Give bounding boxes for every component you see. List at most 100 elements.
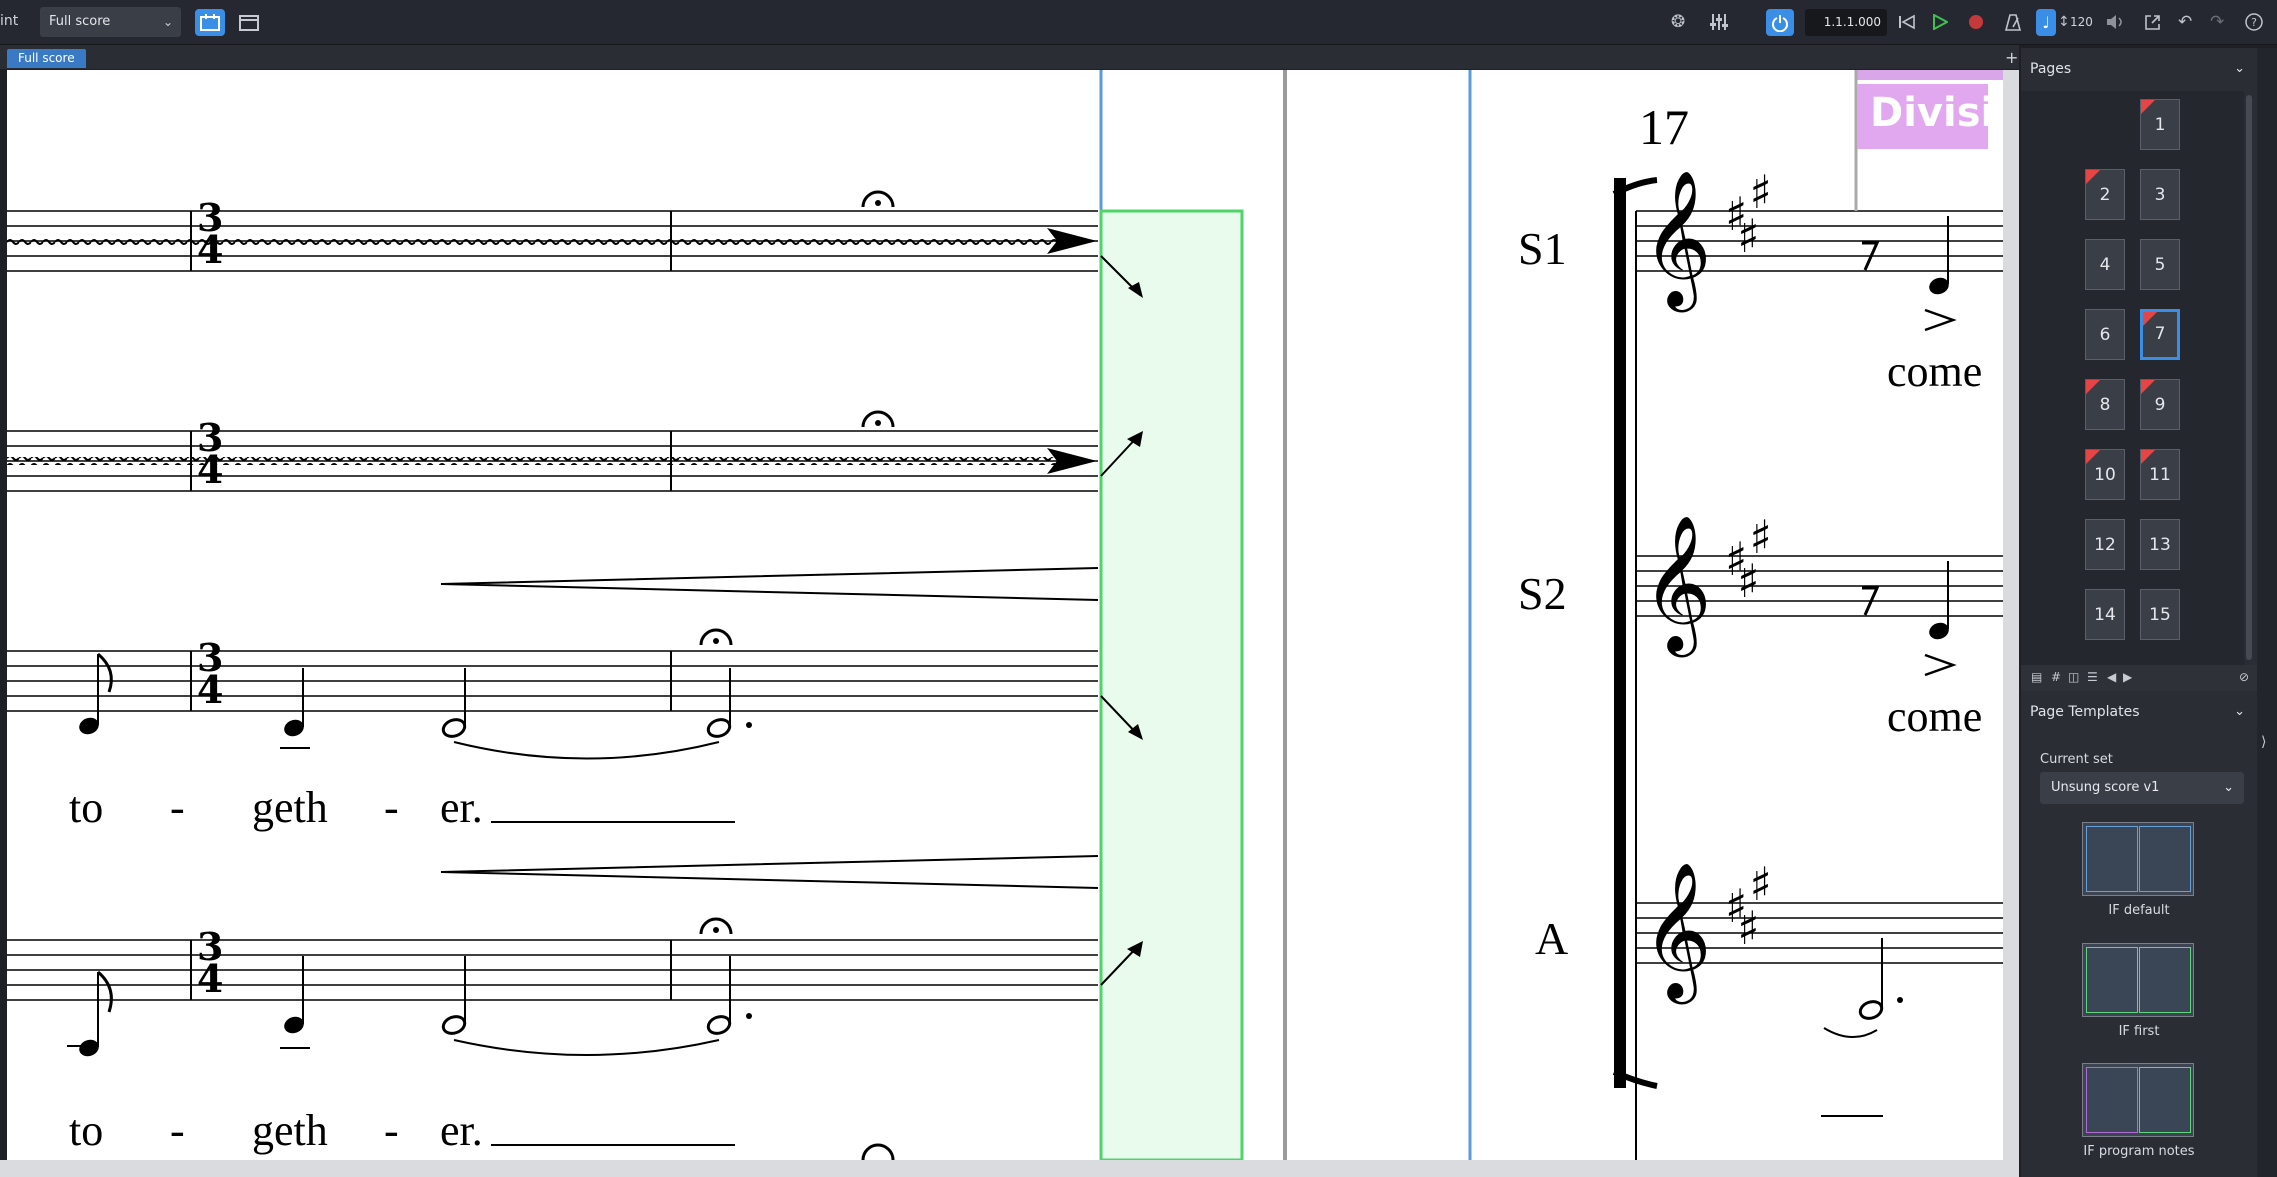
divisi-label[interactable]: Divisi: [1870, 90, 1994, 136]
position-display[interactable]: 1.1.1.000: [1805, 9, 1887, 36]
measure-number: 17: [1639, 99, 1689, 155]
page-thumb[interactable]: 13: [2140, 519, 2180, 570]
template-label: IF first: [2118, 1024, 2160, 1039]
staff-label-s2: S2: [1518, 568, 1567, 619]
staff-1: [7, 190, 1143, 298]
page-thumb[interactable]: 3: [2140, 169, 2180, 220]
metronome-icon[interactable]: [2005, 12, 2021, 32]
galley-view-button[interactable]: [195, 9, 225, 36]
pages-toolbar: ▤ # ◫ ☰ ◀ ▶ ⊘: [2021, 665, 2257, 691]
chevron-down-icon: ⌄: [2223, 780, 2234, 795]
template-label: IF default: [2108, 903, 2170, 918]
time-signature: 34: [197, 415, 224, 492]
layout-select[interactable]: Full score ⌄: [40, 7, 181, 37]
spread-icon[interactable]: ◫: [2068, 670, 2079, 684]
page-thumb[interactable]: 15: [2140, 589, 2180, 640]
key-signature: ♯♯♯: [1725, 857, 1772, 955]
page-thumb-selected[interactable]: 7: [2140, 309, 2180, 360]
record-icon[interactable]: [1968, 12, 1984, 32]
template-label: IF program notes: [2083, 1144, 2195, 1159]
rewind-icon[interactable]: [1898, 12, 1916, 32]
video-icon[interactable]: ❂: [1671, 12, 1685, 32]
playback-power-button[interactable]: [1766, 9, 1794, 36]
layout-select-value: Full score: [49, 14, 111, 29]
key-signature: ♯♯♯: [1725, 165, 1772, 263]
arrow-left-icon[interactable]: ◀: [2107, 670, 2116, 684]
right-panel: Pages ⌄ 1 2 3 4 5 6 7 8 9 10 11 12 13 14…: [2021, 48, 2257, 1177]
chevron-right-icon[interactable]: ⟩: [2261, 734, 2266, 750]
tab-full-score[interactable]: Full score: [7, 49, 86, 68]
pages-grid: 1 2 3 4 5 6 7 8 9 10 11 12 13 14 15: [2021, 91, 2245, 665]
galley-view-icon: [200, 14, 220, 31]
key-signature: ♯♯♯: [1725, 510, 1772, 608]
redo-icon[interactable]: ↷: [2210, 12, 2224, 32]
page-thumb[interactable]: 6: [2085, 309, 2125, 360]
time-signature: 34: [197, 924, 224, 1001]
treble-clef: 𝄞: [1642, 513, 1712, 651]
page-number-icon[interactable]: #: [2051, 670, 2061, 684]
chevron-down-icon: ⌄: [162, 15, 173, 29]
diminuendo-hairpin: [440, 855, 1099, 889]
chevron-down-icon: ⌄: [2234, 61, 2245, 76]
page-thumb[interactable]: 2: [2085, 169, 2125, 220]
treble-clef: 𝄞: [1642, 168, 1712, 306]
undo-icon[interactable]: ↶: [2178, 12, 2192, 32]
tab-bar: Full score: [0, 45, 2019, 69]
canvas-horizontal-scrollbar[interactable]: [0, 1160, 2019, 1177]
arrow-right-icon[interactable]: ▶: [2123, 670, 2132, 684]
mixer-icon[interactable]: [1709, 12, 1729, 32]
lyric-come: come: [1887, 347, 1983, 396]
add-tab-icon[interactable]: +: [2005, 48, 2018, 67]
page-thumb[interactable]: 12: [2085, 519, 2125, 570]
speaker-icon[interactable]: [2106, 12, 2126, 32]
help-icon[interactable]: ?: [2245, 12, 2263, 32]
page-view-button[interactable]: [234, 9, 264, 36]
time-signature: 34: [197, 195, 224, 272]
template-thumb[interactable]: [2082, 943, 2194, 1017]
pages-scrollbar[interactable]: [2244, 91, 2254, 661]
diminuendo-hairpin: [440, 567, 1099, 601]
page-thumb[interactable]: 10: [2085, 449, 2125, 500]
insert-page-icon[interactable]: ▤: [2031, 670, 2042, 684]
tempo-resize-icon: ↕: [2058, 14, 2070, 30]
chevron-down-icon: ⌄: [2234, 704, 2245, 719]
page-thumb[interactable]: 9: [2140, 379, 2180, 430]
power-icon: [1772, 14, 1788, 32]
page-thumb[interactable]: 4: [2085, 239, 2125, 290]
pages-panel-header[interactable]: Pages ⌄: [2021, 54, 2257, 84]
note-icon: ♩: [2042, 13, 2050, 32]
main-toolbar: int Full score ⌄ ❂ 1.1.1.000 ♩ ↕ 120 ↶ ↷…: [0, 0, 2277, 45]
treble-clef: 𝄞: [1642, 860, 1712, 998]
templates-panel-header[interactable]: Page Templates ⌄: [2021, 697, 2257, 727]
page-thumb[interactable]: 11: [2140, 449, 2180, 500]
page-thumb[interactable]: 1: [2140, 99, 2180, 150]
templates-panel-title: Page Templates: [2030, 704, 2140, 720]
time-signature: 34: [197, 635, 224, 712]
external-link-icon[interactable]: [2144, 12, 2161, 32]
mode-label[interactable]: int: [0, 13, 18, 29]
tempo-value[interactable]: 120: [2070, 15, 2093, 29]
score-canvas[interactable]: 34 34 34 34 to - geth - er. to - geth - …: [7, 70, 2003, 1160]
divisi-bar: [1856, 70, 2003, 80]
staff-label-s1: S1: [1518, 223, 1567, 274]
align-icon[interactable]: ☰: [2087, 670, 2098, 684]
selection-frame: [1099, 209, 1244, 1160]
right-system: [1612, 177, 2003, 1160]
template-thumb[interactable]: [2082, 822, 2194, 896]
play-icon[interactable]: [1932, 12, 1948, 32]
template-thumb[interactable]: [2082, 1063, 2194, 1137]
svg-text:?: ?: [2251, 16, 2257, 29]
staff-label-a: A: [1535, 913, 1569, 964]
tempo-mode-button[interactable]: ♩: [2036, 9, 2056, 36]
current-set-label: Current set: [2040, 752, 2113, 767]
page-view-icon: [239, 15, 259, 31]
pages-panel-title: Pages: [2030, 61, 2072, 77]
page-thumb[interactable]: 14: [2085, 589, 2125, 640]
collapse-strip[interactable]: ⟩: [2257, 48, 2277, 1177]
reset-icon[interactable]: ⊘: [2239, 670, 2249, 684]
canvas-vertical-scrollbar[interactable]: [2003, 70, 2019, 1160]
page-thumb[interactable]: 5: [2140, 239, 2180, 290]
template-set-select[interactable]: Unsung score v1 ⌄: [2040, 772, 2244, 804]
lyric-come: come: [1887, 692, 1983, 741]
page-thumb[interactable]: 8: [2085, 379, 2125, 430]
